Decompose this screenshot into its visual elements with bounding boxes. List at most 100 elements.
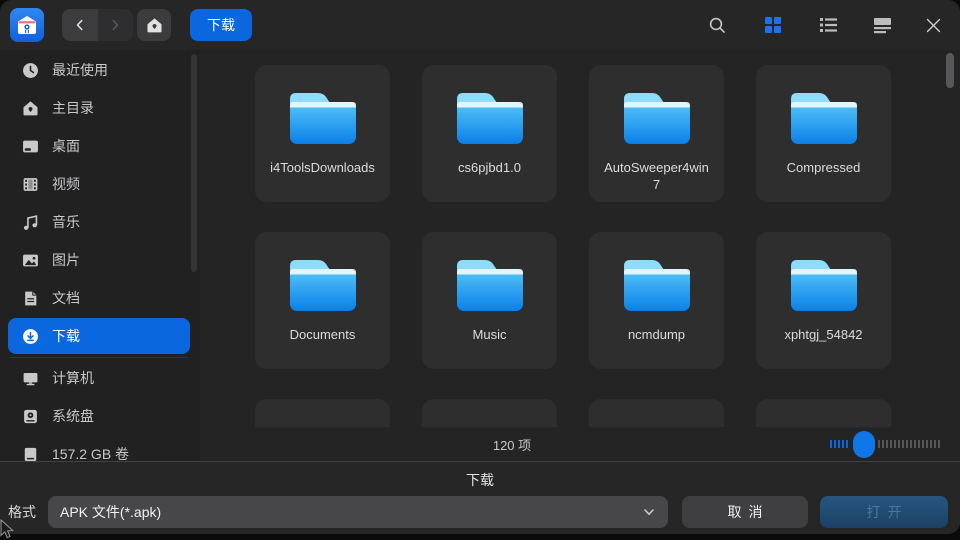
- folder-tile[interactable]: cs6pjbd1.0: [422, 65, 557, 202]
- folder-tile[interactable]: Compressed: [756, 65, 891, 202]
- grid-view-button[interactable]: [763, 15, 783, 35]
- sidebar-item-home[interactable]: 主目录: [8, 90, 190, 126]
- dialog-footer: 下载 格式 APK 文件(*.apk) 取消 打开: [0, 461, 960, 534]
- current-location-title: 下载: [0, 470, 960, 490]
- slider-tick: [834, 440, 836, 448]
- sidebar-item-download[interactable]: 下载: [8, 318, 190, 354]
- folder-name: Music: [473, 326, 507, 343]
- folder-icon: [787, 256, 861, 318]
- sidebar: 最近使用主目录桌面视频音乐图片文档下载 计算机系统盘 157.2 GB 卷: [0, 50, 200, 461]
- slider-tick: [934, 440, 936, 448]
- folder-icon: [620, 256, 694, 318]
- sidebar-item-label: 下载: [52, 326, 80, 346]
- grid-view-icon: [764, 16, 782, 34]
- folder-tile-partial[interactable]: [756, 399, 891, 427]
- slider-tick: [898, 440, 900, 448]
- slider-tick: [922, 440, 924, 448]
- home-button[interactable]: [137, 9, 171, 41]
- sidebar-item-computer[interactable]: 计算机: [8, 360, 190, 396]
- file-format-combobox[interactable]: APK 文件(*.apk): [48, 496, 668, 528]
- folder-tile-partial[interactable]: [589, 399, 724, 427]
- sidebar-item-label: 视频: [52, 174, 80, 194]
- chevron-down-icon: [642, 505, 656, 519]
- slider-tick: [886, 440, 888, 448]
- close-icon: [925, 17, 942, 34]
- sidebar-item-label: 计算机: [52, 368, 94, 388]
- folder-icon: [620, 89, 694, 151]
- compact-view-button[interactable]: [872, 15, 892, 35]
- sidebar-item-desktop[interactable]: 桌面: [8, 128, 190, 164]
- folder-icon: [787, 89, 861, 151]
- folder-tile[interactable]: xphtgj_54842: [756, 232, 891, 369]
- slider-tick: [918, 440, 920, 448]
- system-disk-icon: [22, 408, 39, 425]
- cancel-button[interactable]: 取消: [682, 496, 808, 528]
- sidebar-scrollbar[interactable]: [191, 54, 197, 272]
- slider-tick: [906, 440, 908, 448]
- sidebar-item-label: 157.2 GB 卷: [52, 444, 129, 461]
- folder-grid: i4ToolsDownloads cs6pjbd1.0 AutoSweeper4wi…: [200, 50, 960, 427]
- volume-icon: [22, 446, 39, 462]
- close-button[interactable]: [923, 15, 943, 35]
- slider-tick: [894, 440, 896, 448]
- file-dialog-window: 下载 最近使用主目录桌: [0, 0, 960, 534]
- folder-name: xphtgj_54842: [784, 326, 862, 343]
- folder-tile-partial[interactable]: [422, 399, 557, 427]
- sidebar-item-music[interactable]: 音乐: [8, 204, 190, 240]
- list-view-button[interactable]: [818, 15, 838, 35]
- sidebar-item-label: 主目录: [52, 98, 94, 118]
- slider-tick: [938, 440, 940, 448]
- folder-tile[interactable]: ncmdump: [589, 232, 724, 369]
- sidebar-item-volume[interactable]: 157.2 GB 卷: [8, 436, 190, 461]
- sidebar-item-label: 最近使用: [52, 60, 108, 80]
- folder-tile[interactable]: i4ToolsDownloads: [255, 65, 390, 202]
- back-button[interactable]: [62, 9, 98, 41]
- folder-name: cs6pjbd1.0: [458, 159, 521, 176]
- slider-tick: [926, 440, 928, 448]
- folder-tile[interactable]: AutoSweeper4win7: [589, 65, 724, 202]
- sidebar-item-image[interactable]: 图片: [8, 242, 190, 278]
- slider-tick: [902, 440, 904, 448]
- icon-size-slider[interactable]: [830, 427, 942, 461]
- folder-tile[interactable]: Music: [422, 232, 557, 369]
- slider-tick: [842, 440, 844, 448]
- sidebar-item-label: 桌面: [52, 136, 80, 156]
- slider-tick: [830, 440, 832, 448]
- sidebar-item-video[interactable]: 视频: [8, 166, 190, 202]
- slider-tick: [930, 440, 932, 448]
- folder-icon: [286, 89, 360, 151]
- statusbar: 120 项: [200, 427, 960, 461]
- app-logo-icon: [10, 8, 44, 42]
- folder-icon: [453, 89, 527, 151]
- sidebar-item-label: 图片: [52, 250, 80, 270]
- folder-tile-partial[interactable]: [255, 399, 390, 427]
- tab-current-directory[interactable]: 下载: [190, 9, 252, 41]
- slider-tick: [890, 440, 892, 448]
- slider-tick: [914, 440, 916, 448]
- clock-icon: [22, 62, 39, 79]
- folder-tile[interactable]: Documents: [255, 232, 390, 369]
- slider-tick: [838, 440, 840, 448]
- sidebar-item-document[interactable]: 文档: [8, 280, 190, 316]
- slider-tick: [846, 440, 848, 448]
- forward-button[interactable]: [98, 9, 134, 41]
- slider-tick: [878, 440, 880, 448]
- search-icon: [708, 16, 727, 35]
- document-icon: [22, 290, 39, 307]
- home-icon: [146, 17, 163, 34]
- list-view-icon: [819, 16, 838, 34]
- search-button[interactable]: [707, 15, 727, 35]
- folder-name: ncmdump: [628, 326, 685, 343]
- folder-icon: [286, 256, 360, 318]
- item-count-label: 120 项: [493, 435, 531, 454]
- slider-tick: [882, 440, 884, 448]
- image-icon: [22, 252, 39, 269]
- content-scrollbar[interactable]: [946, 53, 954, 88]
- sidebar-item-system-disk[interactable]: 系统盘: [8, 398, 190, 434]
- open-button[interactable]: 打开: [820, 496, 948, 528]
- folder-name: Documents: [290, 326, 356, 343]
- sidebar-item-clock[interactable]: 最近使用: [8, 52, 190, 88]
- slider-thumb[interactable]: [853, 431, 875, 458]
- home-icon: [22, 100, 39, 117]
- forward-icon: [108, 18, 122, 32]
